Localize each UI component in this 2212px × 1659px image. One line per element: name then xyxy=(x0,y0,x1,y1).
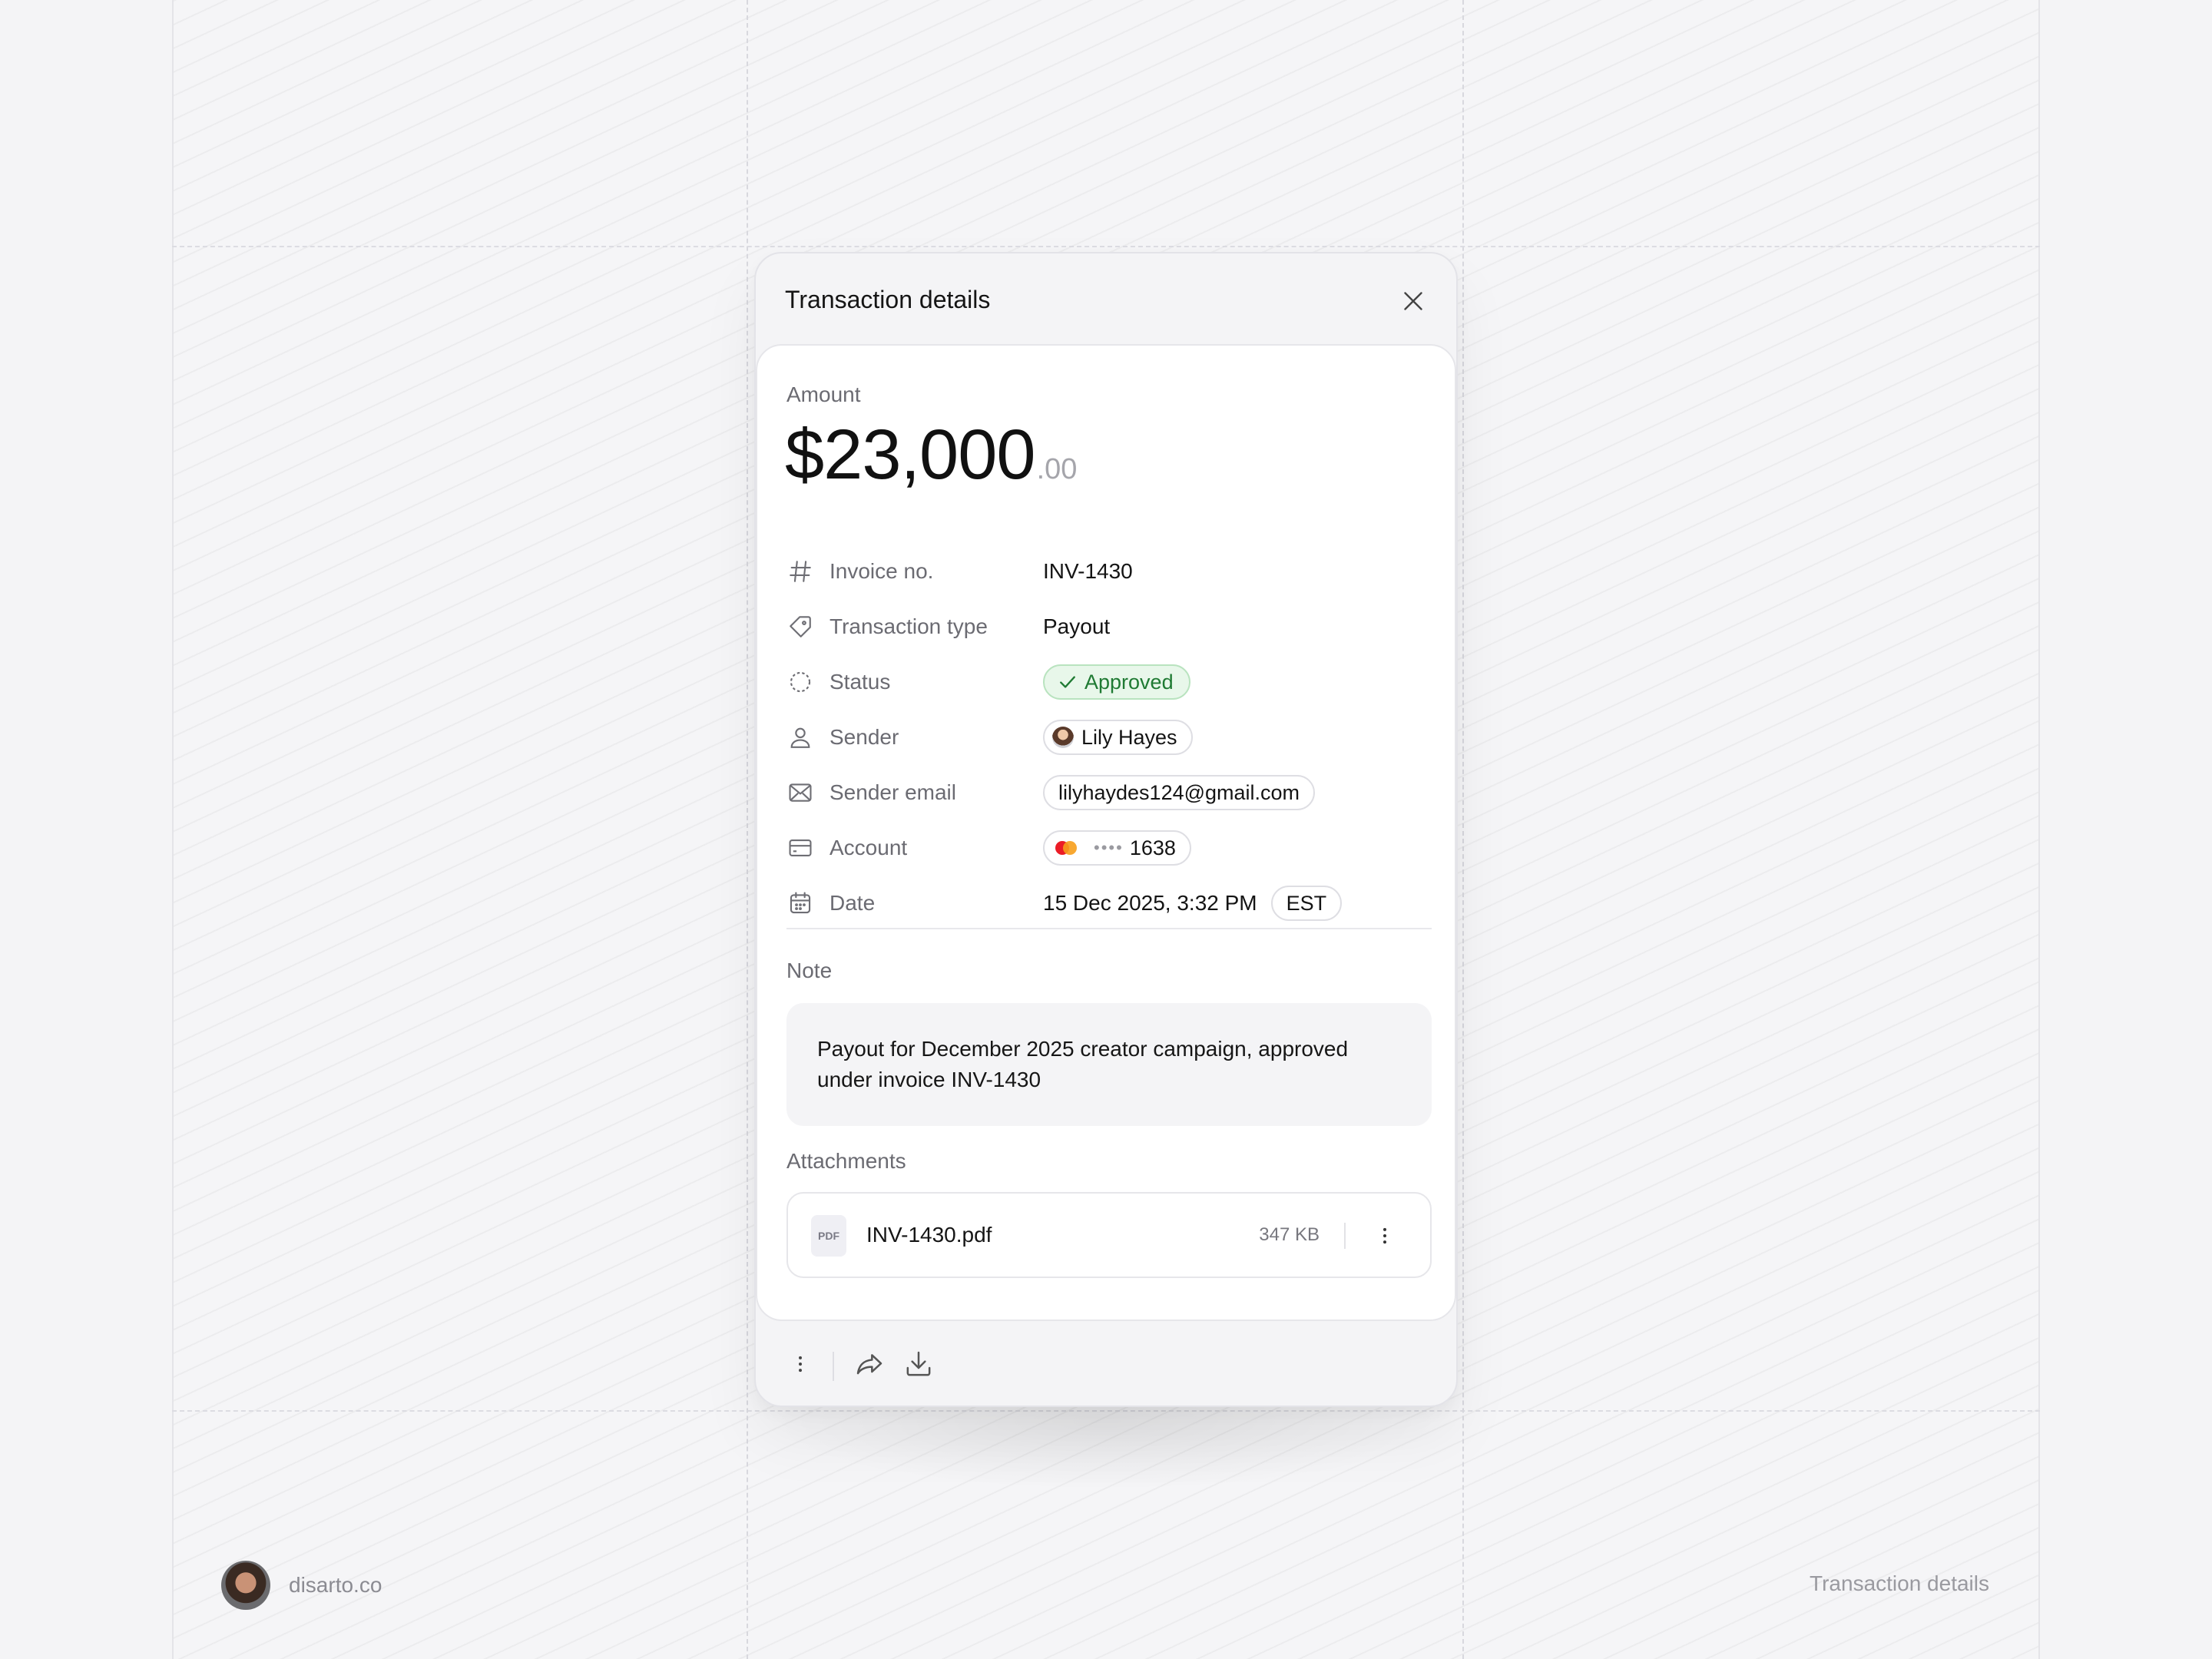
attachment-name: INV-1430.pdf xyxy=(866,1223,992,1247)
detail-row-invoice: Invoice no. INV-1430 xyxy=(786,551,1432,591)
status-label: Status xyxy=(830,670,891,694)
note-label: Note xyxy=(786,959,833,982)
detail-row-date: Date 15 Dec 2025, 3:32 PM EST xyxy=(786,883,1432,923)
sender-chip[interactable]: Lily Hayes xyxy=(1043,720,1193,755)
email-chip[interactable]: lilyhaydes124@gmail.com xyxy=(1043,775,1316,810)
avatar xyxy=(221,1561,270,1610)
hash-icon xyxy=(786,558,814,585)
divider xyxy=(833,1352,834,1381)
date-value: 15 Dec 2025, 3:32 PM xyxy=(1043,891,1257,915)
share-icon xyxy=(856,1354,882,1375)
divider xyxy=(786,928,1432,929)
amount-cents: .00 xyxy=(1036,453,1078,485)
share-button[interactable] xyxy=(854,1349,885,1379)
detail-row-status: Status Approved xyxy=(786,662,1432,702)
panel-footer xyxy=(756,1321,1456,1409)
attachment-item[interactable]: PDF INV-1430.pdf 347 KB xyxy=(786,1192,1432,1278)
corner-label: Transaction details xyxy=(1810,1571,1989,1595)
detail-row-type: Transaction type Payout xyxy=(786,607,1432,647)
download-icon xyxy=(906,1351,931,1376)
more-vertical-icon xyxy=(799,1356,802,1373)
mastercard-icon xyxy=(1055,841,1077,855)
sender-name: Lily Hayes xyxy=(1081,725,1177,749)
avatar xyxy=(1052,727,1074,748)
close-button[interactable] xyxy=(1399,287,1427,315)
email-value: lilyhaydes124@gmail.com xyxy=(1058,780,1300,804)
user-icon xyxy=(786,724,814,751)
detail-row-account: Account •••• 1638 xyxy=(786,828,1432,868)
credit-card-icon xyxy=(786,834,814,862)
invoice-label: Invoice no. xyxy=(830,559,934,583)
download-button[interactable] xyxy=(903,1349,934,1379)
account-chip[interactable]: •••• 1638 xyxy=(1043,830,1191,866)
status-badge: Approved xyxy=(1043,664,1190,700)
close-icon xyxy=(1404,292,1422,310)
type-label: Transaction type xyxy=(830,614,988,638)
brand: disarto.co xyxy=(221,1561,382,1610)
check-icon xyxy=(1060,676,1075,688)
attachment-more-button[interactable] xyxy=(1373,1224,1396,1251)
type-value: Payout xyxy=(1043,614,1111,638)
amount-main: $23,000 xyxy=(785,416,1036,494)
amount-value: $23,000 .00 xyxy=(785,415,1077,495)
detail-row-sender: Sender Lily Hayes xyxy=(786,717,1432,757)
panel-header: Transaction details xyxy=(756,253,1456,344)
email-label: Sender email xyxy=(830,780,956,804)
guide-line xyxy=(172,246,2040,247)
invoice-value: INV-1430 xyxy=(1043,559,1133,583)
account-value: 1638 xyxy=(1129,836,1176,859)
date-label: Date xyxy=(830,891,876,915)
note-text: Payout for December 2025 creator campaig… xyxy=(817,1037,1349,1091)
transaction-details-panel: Transaction details Amount $23,000 .00 I… xyxy=(754,252,1458,1407)
detail-row-email: Sender email lilyhaydes124@gmail.com xyxy=(786,773,1432,813)
tag-icon xyxy=(786,613,814,641)
mail-icon xyxy=(786,779,814,806)
more-vertical-icon xyxy=(1383,1227,1386,1244)
sender-label: Sender xyxy=(830,725,899,749)
attachments-label: Attachments xyxy=(786,1149,906,1173)
amount-label: Amount xyxy=(786,382,861,406)
pdf-file-icon: PDF xyxy=(811,1215,846,1257)
attachment-size: 347 KB xyxy=(1259,1224,1320,1245)
masked-digits: •••• xyxy=(1094,838,1124,857)
status-value: Approved xyxy=(1084,670,1174,694)
account-label: Account xyxy=(830,836,908,859)
calendar-icon xyxy=(786,889,814,917)
status-circle-icon xyxy=(786,668,814,696)
note-box: Payout for December 2025 creator campaig… xyxy=(786,1003,1432,1126)
panel-title: Transaction details xyxy=(785,286,991,313)
brand-site: disarto.co xyxy=(289,1573,382,1597)
divider xyxy=(1344,1223,1346,1249)
timezone-badge: EST xyxy=(1270,886,1343,921)
details-card: Amount $23,000 .00 Invoice no. INV-1430 … xyxy=(756,344,1456,1321)
more-options-button[interactable] xyxy=(785,1349,816,1379)
